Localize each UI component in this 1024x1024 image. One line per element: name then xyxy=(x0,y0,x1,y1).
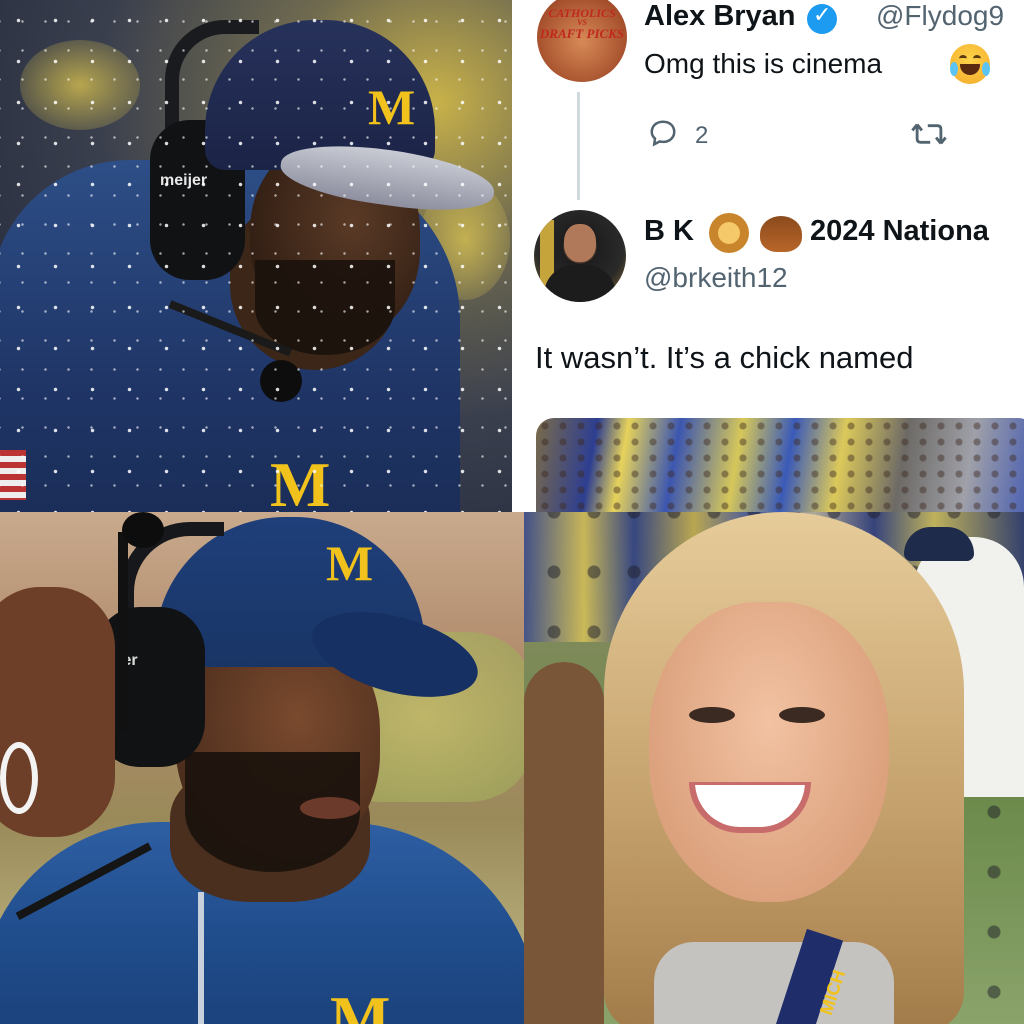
eye xyxy=(689,707,735,723)
tweet-text: It wasn’t. It’s a chick named xyxy=(535,340,914,375)
jacket-logo: M xyxy=(330,983,391,1024)
lion-icon xyxy=(709,213,749,253)
photo-woman-smiling: MICH xyxy=(524,512,1024,1024)
headset-mic-boom xyxy=(118,532,128,732)
retweet-icon[interactable] xyxy=(910,118,948,150)
avatar-text: DRAFT PICKS xyxy=(539,26,625,41)
eye xyxy=(779,707,825,723)
verified-check-icon: ✓ xyxy=(807,2,837,34)
tweet-handle[interactable]: @Flydog9 xyxy=(876,0,1004,32)
bracelet xyxy=(0,742,38,814)
background-person xyxy=(524,662,604,1024)
thread-connector xyxy=(577,92,580,200)
mouth xyxy=(300,797,360,819)
avatar-alex-bryan[interactable]: CATHOLICS VS DRAFT PICKS xyxy=(537,0,627,82)
face xyxy=(649,602,889,902)
photo-coach-snow: meijer M M xyxy=(0,0,512,512)
tweet-display-name[interactable]: B K xyxy=(644,215,694,248)
headset-mic xyxy=(122,512,164,548)
snowflakes xyxy=(0,0,512,512)
background-person-cap xyxy=(904,527,974,561)
jacket-zipper xyxy=(198,892,204,1024)
tweet-text: Omg this is cinema xyxy=(644,48,883,79)
reply-icon[interactable] xyxy=(648,118,678,148)
cap-logo: M xyxy=(326,535,374,591)
shirt xyxy=(654,942,894,1024)
avatar-bk[interactable] xyxy=(534,210,626,302)
tweet-thread-screenshot: CATHOLICS VS DRAFT PICKS Alex Bryan ✓ @F… xyxy=(512,0,1024,512)
acorn-icon xyxy=(760,216,802,252)
photo-coach-sideline: M ier M xyxy=(0,512,524,1024)
tweet-media-preview[interactable] xyxy=(536,418,1024,512)
tears-of-joy-icon xyxy=(950,44,990,84)
tweet-display-name[interactable]: Alex Bryan xyxy=(644,0,796,33)
tweet-display-name-suffix[interactable]: 2024 Nationa xyxy=(810,215,989,248)
tweet-handle[interactable]: @brkeith12 xyxy=(644,262,788,294)
reply-count: 2 xyxy=(695,122,709,149)
